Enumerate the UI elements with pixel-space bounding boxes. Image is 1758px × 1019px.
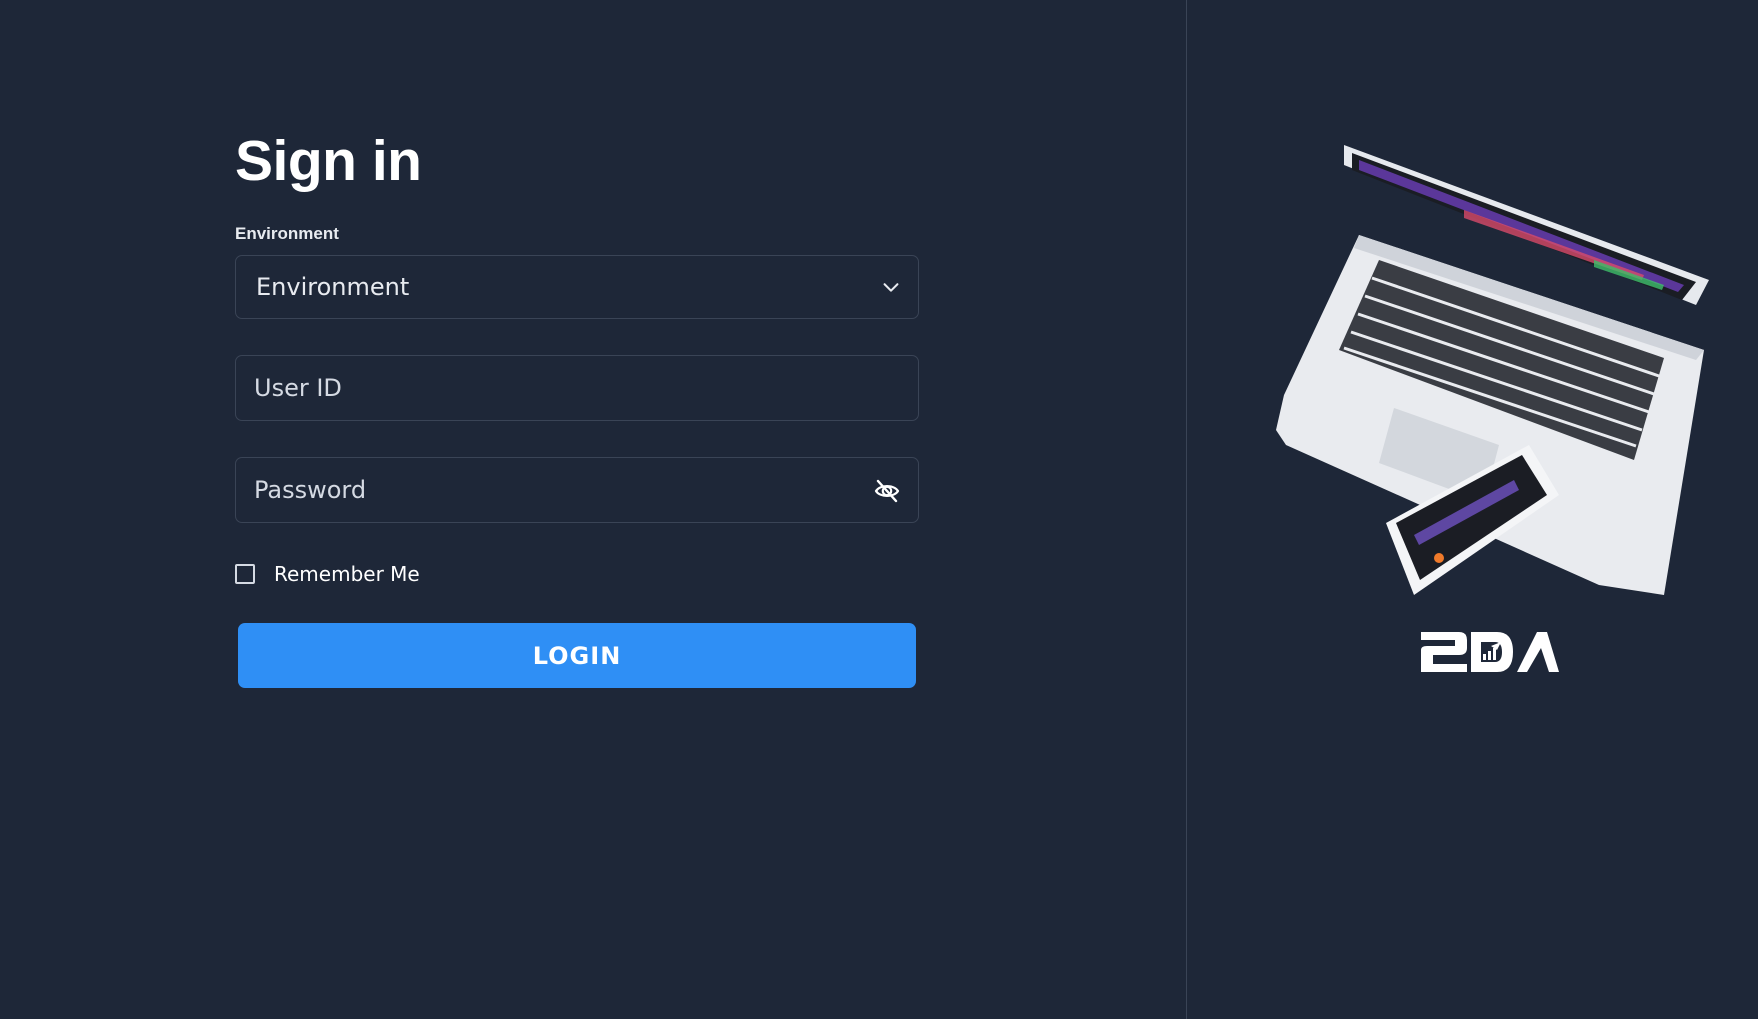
user-id-field <box>235 355 919 421</box>
sign-in-panel: Sign in Environment Environment Remember… <box>0 0 1186 1019</box>
user-id-input[interactable] <box>236 356 918 420</box>
environment-select-value: Environment <box>256 273 410 301</box>
remember-me-row: Remember Me <box>235 560 919 588</box>
password-field <box>235 457 919 523</box>
environment-label: Environment <box>235 224 339 243</box>
sign-in-form: Sign in Environment Environment Remember… <box>235 122 919 688</box>
brand-logo <box>1421 632 1559 672</box>
page-title: Sign in <box>235 129 422 193</box>
chevron-down-icon <box>883 283 899 292</box>
remember-me-label[interactable]: Remember Me <box>274 562 420 586</box>
eye-off-icon[interactable] <box>873 477 901 505</box>
login-button[interactable]: LOGIN <box>238 623 916 688</box>
environment-select[interactable]: Environment <box>235 255 919 319</box>
laptop-phone-illustration <box>1276 145 1709 595</box>
brand-panel <box>1187 0 1758 1019</box>
password-input[interactable] <box>236 458 918 522</box>
remember-me-checkbox[interactable] <box>235 564 255 584</box>
